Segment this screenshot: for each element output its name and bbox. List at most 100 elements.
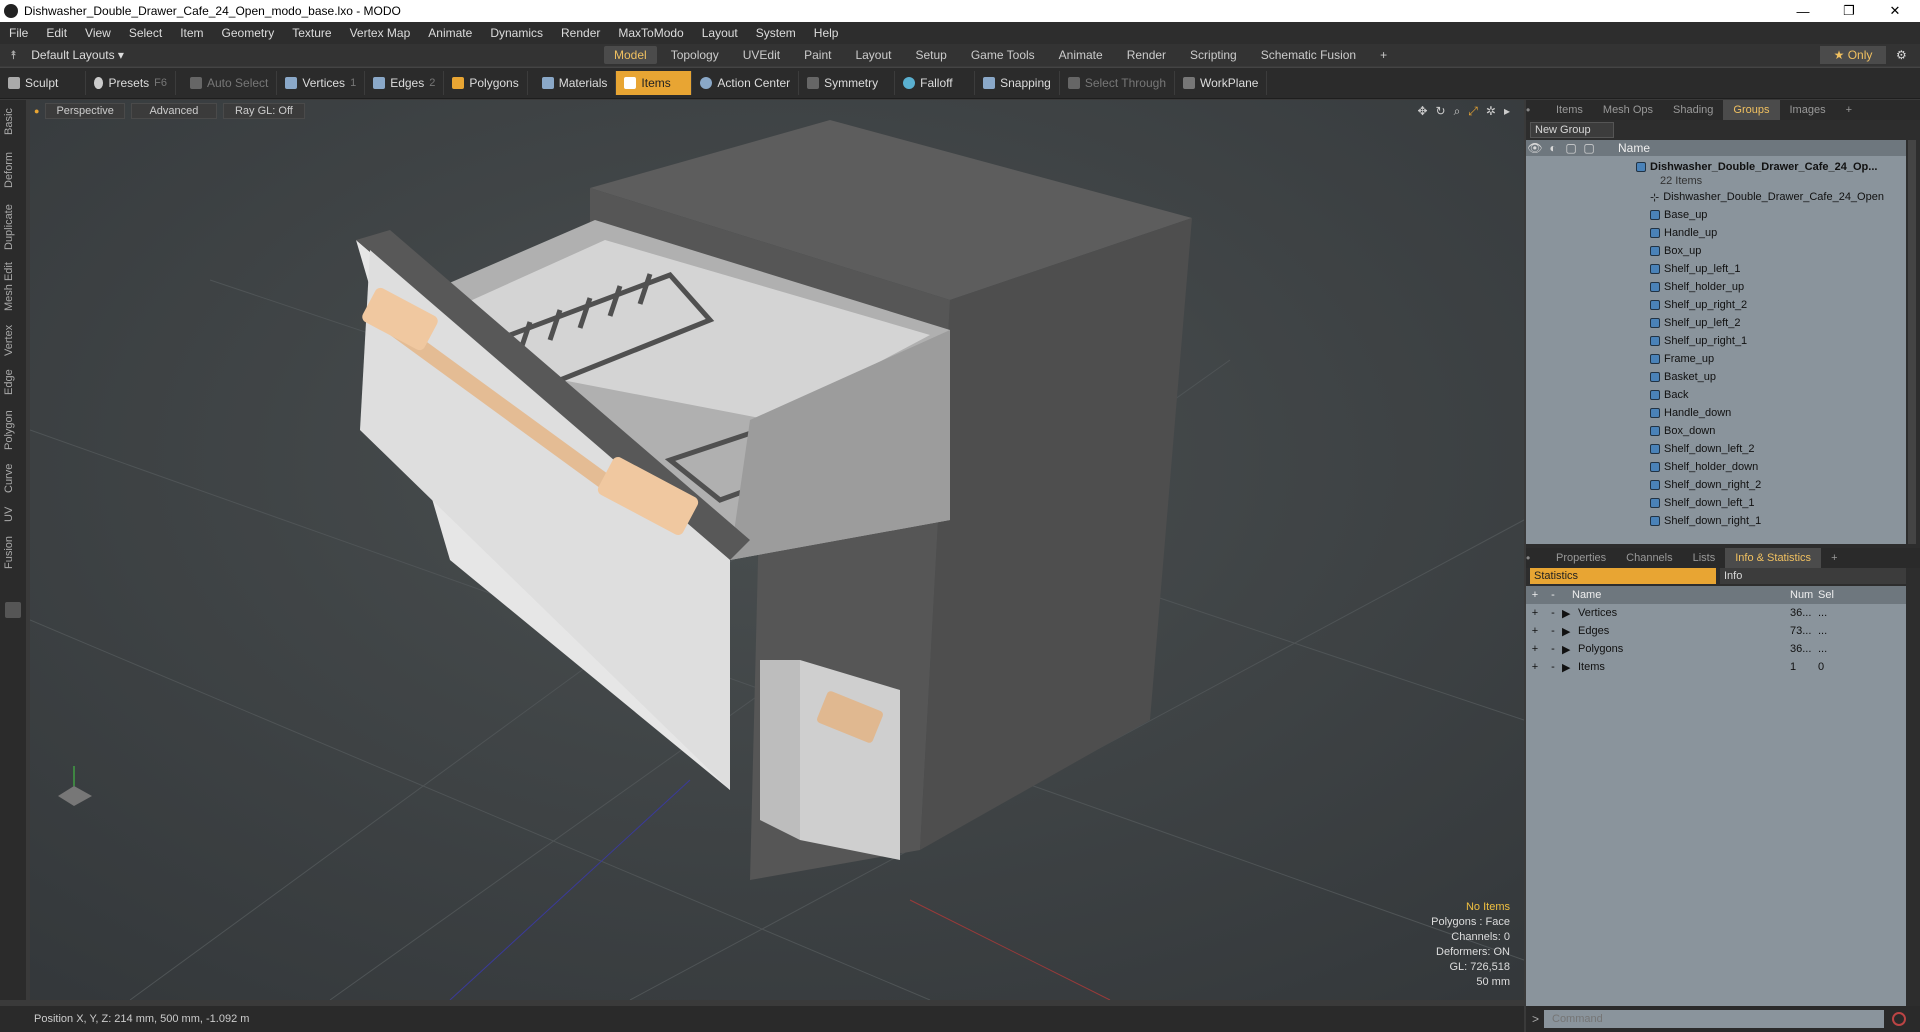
menu-texture[interactable]: Texture (283, 26, 340, 40)
vertices-button[interactable]: Vertices 1 (277, 71, 366, 95)
tab-model[interactable]: Model (604, 46, 657, 64)
tab-channels[interactable]: Channels (1616, 548, 1682, 568)
tab-properties[interactable]: Properties (1546, 548, 1616, 568)
menu-layout[interactable]: Layout (693, 26, 747, 40)
add-to-selection-button[interactable]: + (1526, 643, 1544, 655)
vtab-duplicate[interactable]: Duplicate (3, 200, 23, 254)
maximize-button[interactable]: ❐ (1826, 0, 1872, 22)
expand-arrow-icon[interactable]: ▶ (1562, 607, 1578, 620)
gear-icon[interactable]: ⚙ (1896, 48, 1907, 62)
menu-geometry[interactable]: Geometry (213, 26, 284, 40)
tab-mesh-ops[interactable]: Mesh Ops (1593, 100, 1663, 120)
menu-animate[interactable]: Animate (419, 26, 481, 40)
strip-toggle-button[interactable] (5, 602, 21, 618)
remove-from-selection-button[interactable]: - (1544, 643, 1562, 655)
panel-menu-icon[interactable]: • (1526, 551, 1546, 565)
expand-arrow-icon[interactable]: ▶ (1562, 625, 1578, 638)
items-button[interactable]: Items (616, 71, 693, 95)
auto-select-button[interactable]: Auto Select (182, 71, 278, 95)
menu-render[interactable]: Render (552, 26, 609, 40)
perspective-dropdown[interactable]: Perspective (45, 103, 125, 119)
falloff-button[interactable]: Falloff (895, 71, 976, 95)
add-to-selection-button[interactable]: + (1526, 607, 1544, 619)
add-to-selection-button[interactable]: + (1526, 625, 1544, 637)
menu-select[interactable]: Select (120, 26, 171, 40)
tab-render[interactable]: Render (1117, 46, 1176, 64)
tree-item[interactable]: Shelf_up_right_2 (1526, 296, 1906, 314)
vtab-mesh-edit[interactable]: Mesh Edit (3, 260, 23, 314)
rotate-icon[interactable]: ↻ (1436, 104, 1446, 119)
tree-item[interactable]: Shelf_down_left_2 (1526, 440, 1906, 458)
layout-toggle-icon[interactable]: ⯭ (10, 48, 17, 63)
menu-item[interactable]: Item (171, 26, 212, 40)
tree-item[interactable]: Shelf_down_left_1 (1526, 494, 1906, 512)
action-center-button[interactable]: Action Center (692, 71, 800, 95)
expand-arrow-icon[interactable]: ▶ (1562, 643, 1578, 656)
zoom-icon[interactable]: ⌕ (1454, 104, 1461, 119)
viewport-menu-icon[interactable]: ● (34, 106, 39, 116)
symmetry-button[interactable]: Symmetry (799, 71, 896, 95)
tree-item[interactable]: Shelf_holder_down (1526, 458, 1906, 476)
command-input[interactable] (1544, 1010, 1884, 1028)
tree-item[interactable]: Shelf_down_right_2 (1526, 476, 1906, 494)
raygl-toggle[interactable]: Ray GL: Off (222, 103, 305, 119)
select-through-button[interactable]: Select Through (1060, 71, 1175, 95)
vtab-curve[interactable]: Curve (3, 458, 23, 498)
tree-item[interactable]: Box_up (1526, 242, 1906, 260)
tab-schematic-fusion[interactable]: Schematic Fusion (1251, 46, 1366, 64)
expand-arrow-icon[interactable]: ▶ (1562, 661, 1578, 674)
menu-edit[interactable]: Edit (37, 26, 76, 40)
tab-groups[interactable]: Groups (1723, 100, 1780, 120)
record-icon[interactable] (1892, 1012, 1906, 1026)
vtab-fusion[interactable]: Fusion (3, 532, 23, 572)
tab-lists[interactable]: Lists (1683, 548, 1726, 568)
tree-item[interactable]: Handle_down (1526, 404, 1906, 422)
add-to-selection-button[interactable]: + (1526, 661, 1544, 673)
info-subtab[interactable]: Info (1720, 568, 1906, 584)
pan-icon[interactable]: ✥ (1417, 104, 1427, 119)
tab-topology[interactable]: Topology (661, 46, 729, 64)
snapping-button[interactable]: Snapping (975, 71, 1060, 95)
tab-paint[interactable]: Paint (794, 46, 841, 64)
polygons-button[interactable]: Polygons (444, 71, 528, 95)
menu-dynamics[interactable]: Dynamics (481, 26, 552, 40)
default-layouts-dropdown[interactable]: Default Layouts ▾ (31, 48, 124, 62)
sculpt-button[interactable]: Sculpt (0, 71, 86, 95)
menu-view[interactable]: View (76, 26, 120, 40)
tree-item[interactable]: Handle_up (1526, 224, 1906, 242)
tree-item[interactable]: Shelf_up_left_1 (1526, 260, 1906, 278)
add-panel-tab-button[interactable]: + (1836, 100, 1862, 120)
presets-button[interactable]: Presets F6 (86, 71, 176, 95)
tab-game-tools[interactable]: Game Tools (961, 46, 1045, 64)
tab-animate[interactable]: Animate (1049, 46, 1113, 64)
tree-item[interactable]: Shelf_up_right_1 (1526, 332, 1906, 350)
remove-from-selection-button[interactable]: - (1544, 607, 1562, 619)
tab-shading[interactable]: Shading (1663, 100, 1723, 120)
vtab-vertex[interactable]: Vertex (3, 320, 23, 360)
vtab-deform[interactable]: Deform (3, 148, 23, 192)
menu-help[interactable]: Help (805, 26, 848, 40)
statistics-subtab[interactable]: Statistics (1530, 568, 1716, 584)
vtab-polygon[interactable]: Polygon (3, 406, 23, 454)
add-tab-button[interactable]: + (1370, 46, 1397, 64)
table-row[interactable]: + - ▶ Items 1 0 (1526, 658, 1906, 676)
tree-item[interactable]: Back (1526, 386, 1906, 404)
menu-vertex-map[interactable]: Vertex Map (341, 26, 420, 40)
menu-system[interactable]: System (747, 26, 805, 40)
materials-button[interactable]: Materials (534, 71, 617, 95)
vtab-uv[interactable]: UV (3, 502, 23, 526)
tab-scripting[interactable]: Scripting (1180, 46, 1247, 64)
expand-arrow-icon[interactable]: ▸ (1504, 104, 1510, 119)
close-button[interactable]: ✕ (1872, 0, 1918, 22)
table-row[interactable]: + - ▶ Vertices 36... ... (1526, 604, 1906, 622)
edges-button[interactable]: Edges 2 (365, 71, 445, 95)
tree-item[interactable]: Base_up (1526, 206, 1906, 224)
tree-item[interactable]: Shelf_holder_up (1526, 278, 1906, 296)
menu-file[interactable]: File (0, 26, 37, 40)
tree-item[interactable]: Shelf_down_right_1 (1526, 512, 1906, 530)
tree-item[interactable]: Frame_up (1526, 350, 1906, 368)
add-panel-tab-button[interactable]: + (1821, 548, 1847, 568)
viewport-settings-icon[interactable]: ✲ (1486, 104, 1496, 119)
tab-layout[interactable]: Layout (845, 46, 901, 64)
vtab-basic[interactable]: Basic (3, 104, 23, 140)
